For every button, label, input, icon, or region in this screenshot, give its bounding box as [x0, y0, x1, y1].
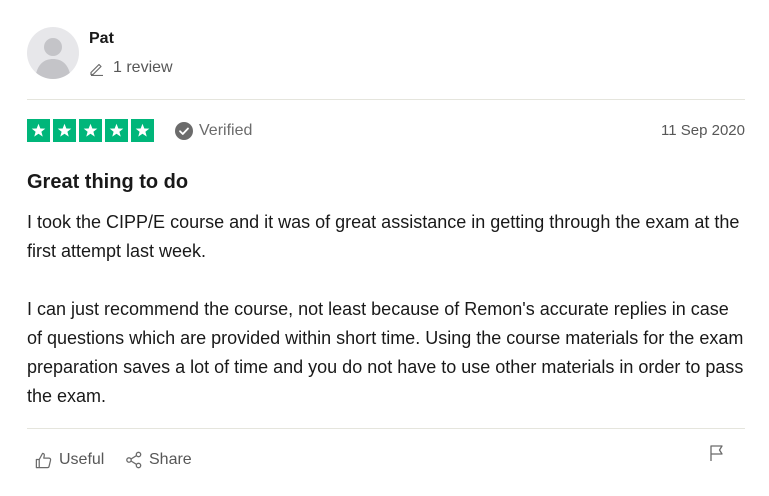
review-card: Pat 1 review Verified 11 Sep 2020 Great …: [0, 0, 769, 496]
review-text: I took the CIPP/E course and it was of g…: [27, 208, 747, 440]
reviewer-name[interactable]: Pat: [89, 30, 114, 48]
pencil-icon: [90, 63, 103, 76]
avatar[interactable]: [27, 27, 79, 79]
star-icon: [53, 119, 76, 142]
share-label: Share: [149, 451, 192, 468]
star-icon: [79, 119, 102, 142]
verified-label: Verified: [199, 122, 253, 139]
thumbs-up-icon: [35, 452, 52, 468]
star-icon: [27, 119, 50, 142]
avatar-placeholder-icon: [35, 38, 71, 79]
star-icon: [131, 119, 154, 142]
review-paragraph: I can just recommend the course, not lea…: [27, 299, 744, 406]
useful-label: Useful: [59, 451, 105, 468]
useful-button[interactable]: Useful: [34, 450, 104, 470]
review-title[interactable]: Great thing to do: [27, 171, 188, 194]
flag-icon: [710, 445, 723, 461]
verified-check-icon: [175, 122, 193, 140]
review-paragraph: I took the CIPP/E course and it was of g…: [27, 212, 740, 261]
review-count-label: 1 review: [113, 59, 173, 76]
review-date: 11 Sep 2020: [661, 122, 745, 139]
divider: [27, 99, 745, 100]
review-count: 1 review: [89, 58, 173, 78]
star-icon: [105, 119, 128, 142]
report-flag-button[interactable]: [708, 444, 726, 467]
share-icon: [126, 451, 142, 469]
star-rating: [27, 119, 154, 142]
verified-badge[interactable]: Verified: [175, 121, 252, 141]
share-button[interactable]: Share: [125, 450, 192, 470]
divider: [27, 428, 745, 429]
